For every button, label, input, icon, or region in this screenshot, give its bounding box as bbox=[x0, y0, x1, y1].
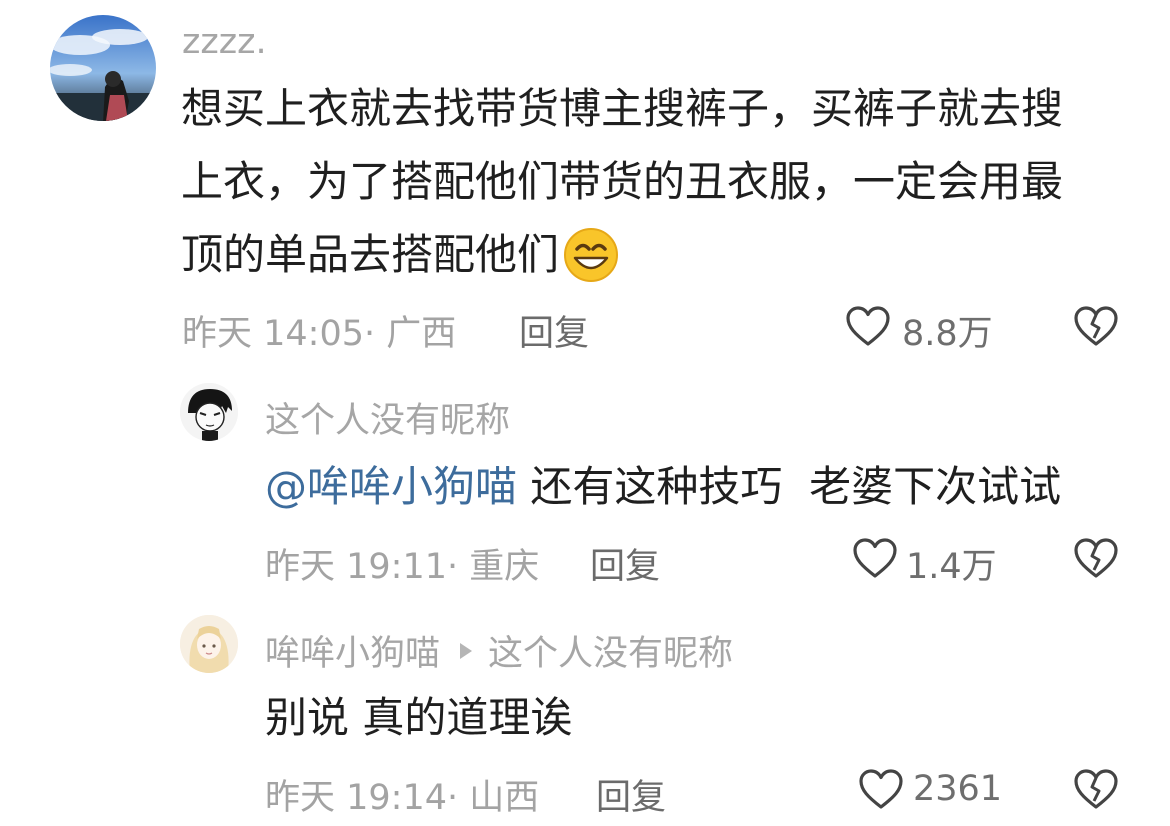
comment-time: 昨天 14:05 bbox=[182, 314, 364, 354]
broken-heart-icon[interactable] bbox=[1073, 305, 1119, 347]
avatar-image bbox=[50, 15, 156, 121]
mention-link[interactable]: @哞哞小狗喵 bbox=[265, 462, 517, 511]
broken-heart-icon[interactable] bbox=[1073, 537, 1119, 579]
reply-location: 山西 bbox=[469, 778, 540, 818]
avatar-reply-1[interactable] bbox=[180, 383, 238, 441]
reply-content: @哞哞小狗喵 还有这种技巧 老婆下次试试 bbox=[265, 450, 1061, 523]
comment-meta: 昨天 14:05· 广西 bbox=[182, 314, 457, 354]
reply-time: 昨天 19:11 bbox=[265, 547, 447, 587]
like-count: 2361 bbox=[913, 769, 1003, 809]
reply-button[interactable]: 回复 bbox=[519, 305, 589, 356]
heart-outline-icon[interactable] bbox=[852, 537, 898, 579]
reply-location: 重庆 bbox=[469, 547, 540, 587]
reply-to-username[interactable]: 这个人没有昵称 bbox=[488, 625, 733, 676]
reply-button[interactable]: 回复 bbox=[590, 538, 660, 589]
avatar-reply-2[interactable] bbox=[180, 615, 238, 673]
heart-outline-icon[interactable] bbox=[845, 305, 891, 347]
grinning-face-emoji bbox=[563, 227, 619, 283]
like-count: 1.4万 bbox=[906, 547, 997, 587]
reply-author[interactable]: 哞哞小狗喵 bbox=[265, 625, 440, 676]
comment-content: 想买上衣就去找带货博主搜裤子，买裤子就去搜 上衣，为了搭配他们带货的丑衣服，一定… bbox=[181, 72, 1141, 291]
reply-username: 哞哞小狗喵 这个人没有昵称 bbox=[265, 625, 733, 676]
reply-content: 别说 真的道理诶 bbox=[265, 693, 573, 742]
comment-location: 广西 bbox=[386, 314, 457, 354]
reply-time: 昨天 19:14 bbox=[265, 778, 447, 818]
avatar-image bbox=[180, 615, 238, 673]
comment-line: 上衣，为了搭配他们带货的丑衣服，一定会用最 bbox=[181, 157, 1064, 206]
reply-button[interactable]: 回复 bbox=[596, 769, 666, 820]
comment-line: 想买上衣就去找带货博主搜裤子，买裤子就去搜 bbox=[181, 84, 1064, 133]
broken-heart-icon[interactable] bbox=[1073, 768, 1119, 810]
comment-line: 顶的单品去搭配他们 bbox=[181, 230, 560, 279]
play-triangle-icon bbox=[458, 641, 474, 661]
reply-meta: 昨天 19:11· 重庆 bbox=[265, 547, 540, 587]
avatar-image bbox=[180, 383, 238, 441]
reply-meta: 昨天 19:14· 山西 bbox=[265, 778, 540, 818]
reply-text: 还有这种技巧 老婆下次试试 bbox=[530, 462, 1062, 511]
heart-outline-icon[interactable] bbox=[858, 768, 904, 810]
comment-username[interactable]: zzzz. bbox=[182, 22, 267, 62]
like-count: 8.8万 bbox=[902, 314, 993, 354]
avatar-zzzz[interactable] bbox=[50, 15, 156, 121]
reply-username[interactable]: 这个人没有昵称 bbox=[265, 392, 510, 443]
